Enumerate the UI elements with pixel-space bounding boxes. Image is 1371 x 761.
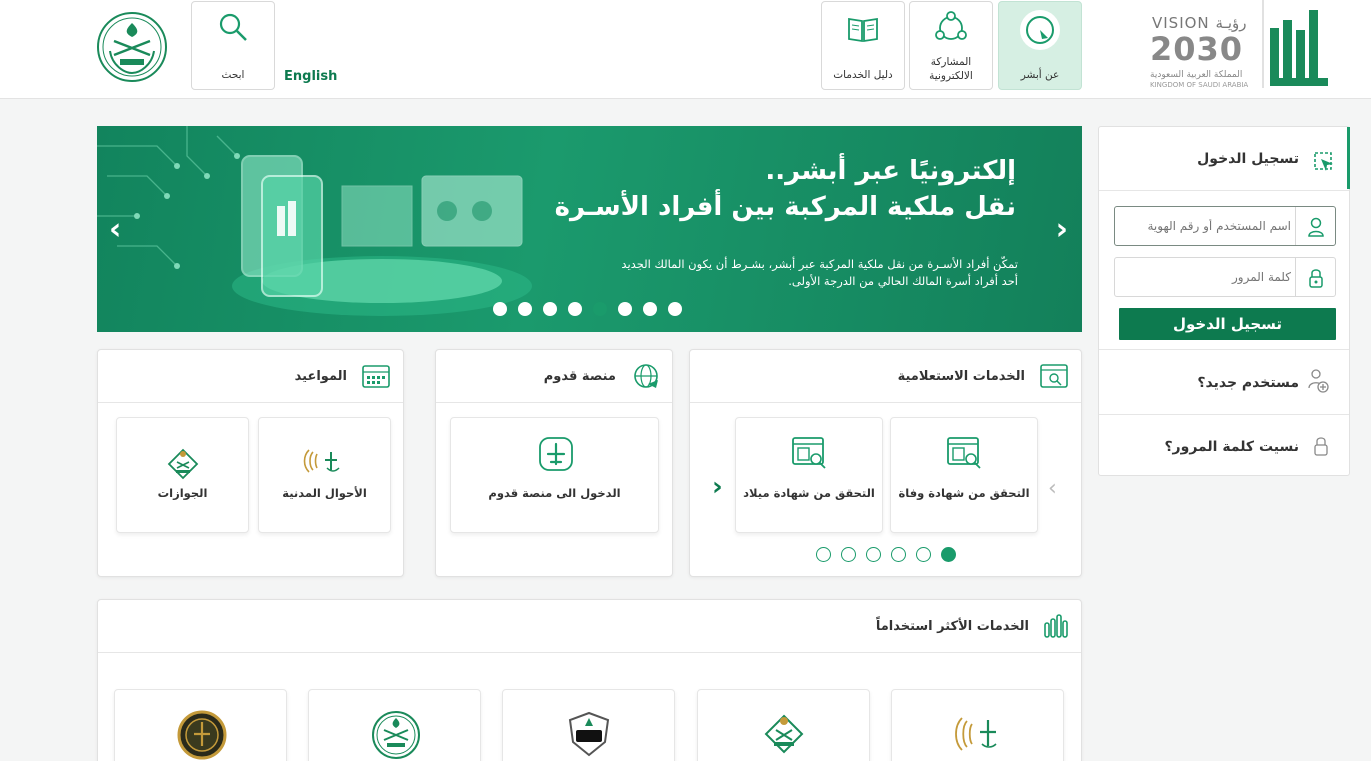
- banner-title-1: إلكترونيًا عبر أبشر..: [765, 156, 1016, 186]
- tile-label: الجوازات: [157, 486, 208, 500]
- nav-about-absher[interactable]: عن أبشر: [998, 1, 1082, 90]
- top-header: ابحث English دليل الخدمات المشاركة الالك…: [0, 0, 1371, 99]
- certificate-search-icon: [792, 437, 826, 469]
- nav-label: دليل الخدمات: [833, 69, 893, 81]
- lock-icon: [1309, 269, 1323, 288]
- most-used-tile-emblem[interactable]: [114, 689, 287, 761]
- moi-emblem-logo[interactable]: [96, 11, 168, 83]
- add-user-icon: [1308, 369, 1329, 393]
- nav-label-line2: الالكترونية: [929, 70, 973, 82]
- login-title: تسجيل الدخول: [1197, 151, 1299, 167]
- lock-icon: [1314, 437, 1328, 456]
- new-user-label: مستخدم جديد؟: [1197, 375, 1299, 391]
- username-input[interactable]: [1115, 207, 1295, 245]
- nav-e-participation[interactable]: المشاركة الالكترونية: [909, 1, 993, 90]
- most-used-tile-moi[interactable]: [308, 689, 481, 761]
- nav-label: عن أبشر: [1020, 69, 1060, 81]
- globe-plane-icon: [634, 364, 658, 388]
- appointments-card: المواعيد الأحوال المدنية الجوازات: [97, 349, 404, 577]
- public-security-logo: [568, 711, 610, 757]
- most-used-tile-passports[interactable]: [697, 689, 870, 761]
- login-header: تسجيل الدخول: [1099, 127, 1349, 191]
- most-used-tile-public-security[interactable]: [502, 689, 675, 761]
- hero-carousel: إلكترونيًا عبر أبشر.. نقل ملكية المركبة …: [97, 126, 1082, 332]
- carousel-next-icon[interactable]: ›: [1056, 212, 1068, 247]
- participation-icon: [935, 11, 967, 40]
- qudoom-card: منصة قدوم الدخول الى منصة قدوم: [435, 349, 673, 577]
- card-title: المواعيد: [294, 369, 347, 384]
- carousel-dot[interactable]: [568, 302, 582, 316]
- carousel-dot[interactable]: [543, 302, 557, 316]
- banner-title-2: نقل ملكية المركبة بين أفراد الأسـرة: [554, 192, 1016, 222]
- most-used-tile-civil-affairs[interactable]: [891, 689, 1064, 761]
- nav-label-line1: المشاركة: [930, 56, 972, 68]
- absher-icon: [1020, 10, 1060, 50]
- most-used-services-card: الخدمات الأكثر استخداماً: [97, 599, 1082, 761]
- civil-affairs-logo: [303, 449, 340, 473]
- login-panel: تسجيل الدخول تسجيل الدخول مستخد: [1098, 126, 1350, 476]
- new-user-link[interactable]: مستخدم جديد؟: [1099, 349, 1349, 415]
- gold-emblem-logo: [177, 710, 227, 760]
- page-dot[interactable]: [841, 547, 856, 562]
- service-tile-death-certificate[interactable]: التحقق من شهادة وفاة: [890, 417, 1038, 533]
- password-field[interactable]: [1114, 257, 1336, 297]
- page-dot[interactable]: [816, 547, 831, 562]
- appointment-tile-passports[interactable]: الجوازات: [116, 417, 249, 533]
- certificate-search-icon: [947, 437, 981, 469]
- book-icon: [848, 17, 878, 43]
- qudoom-login-tile[interactable]: الدخول الى منصة قدوم: [450, 417, 659, 533]
- service-tile-birth-certificate[interactable]: التحقق من شهادة ميلاد: [735, 417, 883, 533]
- page-dot[interactable]: [916, 547, 931, 562]
- bar-chart-icon: [1044, 614, 1068, 638]
- moi-emblem-logo: [372, 711, 420, 759]
- civil-affairs-logo: [955, 717, 997, 751]
- carousel-dots: [493, 302, 682, 316]
- login-cursor-icon: [1314, 152, 1333, 171]
- chevron-right-icon[interactable]: ›: [712, 472, 723, 502]
- password-input[interactable]: [1115, 258, 1295, 296]
- card-title: منصة قدوم: [543, 369, 616, 384]
- language-switch-link[interactable]: English: [284, 69, 337, 84]
- chevron-left-disabled-icon[interactable]: ‹: [1048, 476, 1057, 501]
- login-button[interactable]: تسجيل الدخول: [1119, 308, 1336, 340]
- page-dot-active[interactable]: [941, 547, 956, 562]
- header-divider: [1262, 0, 1264, 88]
- card-title: الخدمات الأكثر استخداماً: [875, 619, 1029, 634]
- page-dot[interactable]: [891, 547, 906, 562]
- inquiry-services-card: الخدمات الاستعلامية ‹ التحقق من شهادة وف…: [689, 349, 1082, 577]
- passports-logo: [167, 448, 199, 480]
- username-field[interactable]: [1114, 206, 1336, 246]
- appointment-tile-civil-affairs[interactable]: الأحوال المدنية: [258, 417, 391, 533]
- nav-services-guide[interactable]: دليل الخدمات: [821, 1, 905, 90]
- banner-description: تمكّن أفراد الأسـرة من نقل ملكية المركبة…: [621, 257, 1018, 288]
- tile-label: التحقق من شهادة وفاة: [898, 486, 1030, 500]
- carousel-dot[interactable]: [643, 302, 657, 316]
- forgot-password-label: نسيت كلمة المرور؟: [1164, 439, 1299, 455]
- absher-logo[interactable]: [1267, 4, 1329, 88]
- carousel-dot[interactable]: [668, 302, 682, 316]
- calendar-icon: [362, 365, 390, 388]
- forgot-password-link[interactable]: نسيت كلمة المرور؟: [1099, 415, 1349, 477]
- search-icon: [219, 13, 247, 41]
- tile-label: التحقق من شهادة ميلاد: [743, 486, 875, 500]
- user-icon: [1308, 217, 1324, 237]
- airplane-icon: [539, 437, 573, 471]
- passports-logo: [764, 714, 804, 754]
- carousel-dot[interactable]: [618, 302, 632, 316]
- carousel-dot[interactable]: [493, 302, 507, 316]
- search-label: ابحث: [221, 69, 245, 81]
- page-dot[interactable]: [866, 547, 881, 562]
- inquiry-icon: [1040, 364, 1068, 388]
- carousel-prev-icon[interactable]: ‹: [109, 212, 121, 247]
- phone-illustration: [232, 155, 532, 316]
- tile-label: الدخول الى منصة قدوم: [488, 486, 621, 500]
- carousel-dot[interactable]: [518, 302, 532, 316]
- search-button[interactable]: ابحث: [191, 1, 275, 90]
- carousel-dot-active[interactable]: [593, 302, 607, 316]
- inquiry-pagination: [816, 547, 956, 562]
- tile-label: الأحوال المدنية: [282, 486, 367, 500]
- card-title: الخدمات الاستعلامية: [897, 369, 1025, 384]
